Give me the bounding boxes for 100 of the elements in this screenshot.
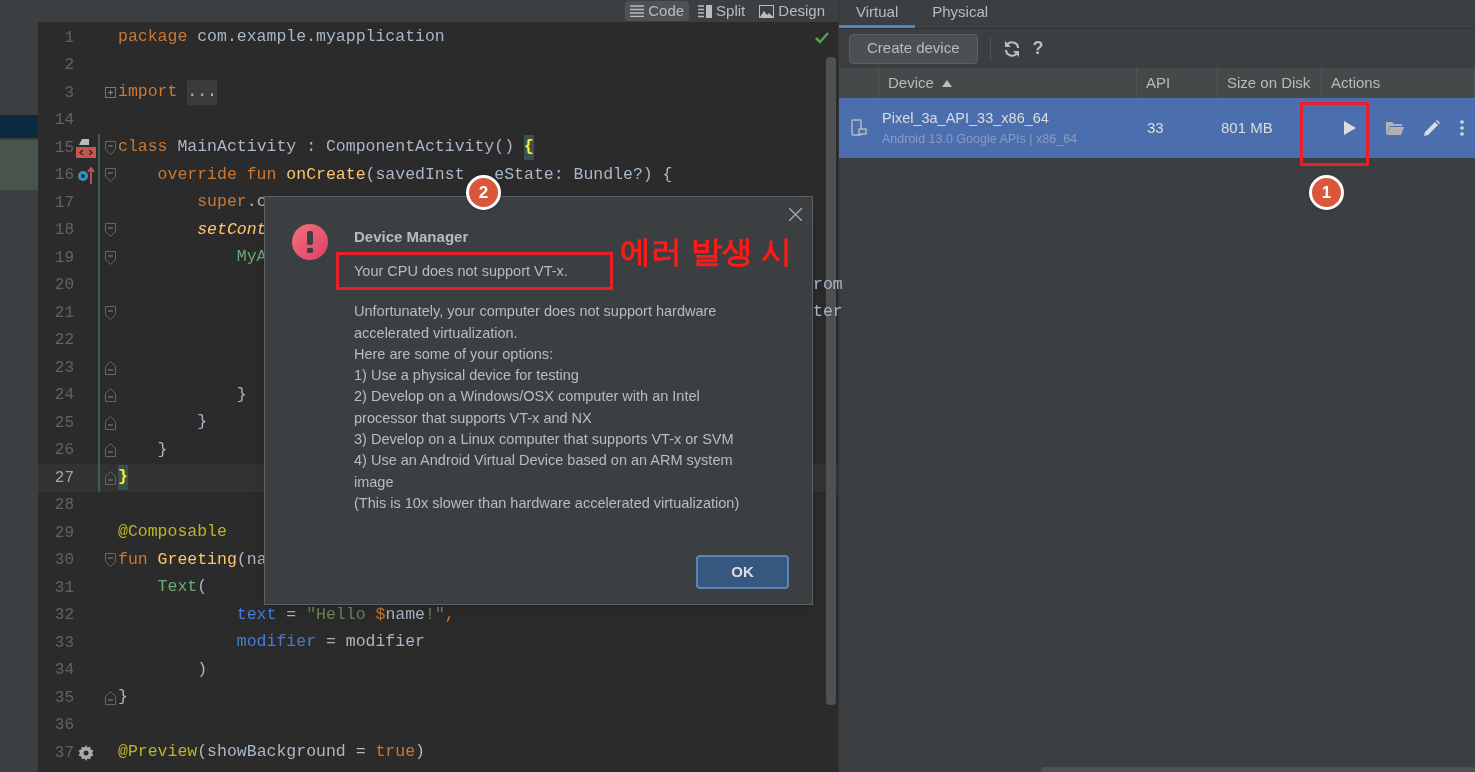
fold-icon[interactable] <box>104 305 116 320</box>
refresh-icon[interactable] <box>1002 39 1021 58</box>
layout-icon <box>76 137 96 158</box>
line-number: 17 <box>53 192 74 214</box>
fold-icon[interactable] <box>104 168 116 183</box>
fold-end-icon[interactable] <box>104 415 116 430</box>
line-number: 32 <box>53 605 74 627</box>
code-text: Text <box>156 576 198 599</box>
fold-end-icon[interactable] <box>104 388 116 403</box>
folder-icon[interactable] <box>1386 121 1404 135</box>
dialog-title: Device Manager <box>354 227 470 247</box>
line-number: 20 <box>53 275 74 297</box>
error-message: Your CPU does not support VT-x. <box>354 261 568 281</box>
help-icon[interactable]: ? <box>1032 35 1044 62</box>
tab[interactable]: Physical <box>915 0 1006 28</box>
line-number: 25 <box>53 412 74 434</box>
highlight-rectangle <box>1300 102 1369 166</box>
line-number: 21 <box>53 302 74 324</box>
device-subtitle: Android 13.0 Google APIs | x86_64 <box>882 130 1079 148</box>
dialog-text: 1) Use a physical device for testing <box>354 366 580 386</box>
code-text: true <box>375 741 416 764</box>
dialog-text: 3) Develop on a Linux computer that supports VT-x or SVM <box>354 430 735 450</box>
code-text: rom <box>813 273 843 296</box>
line-number: 33 <box>53 632 74 654</box>
dialog-text: (This is 10x slower than hardware accelerated virtualization) <box>354 493 741 513</box>
dialog-text: 2) Develop on a Windows/OSX computer with an Intel processor that supports VT-x and NX <box>354 387 701 428</box>
view-mode-tab[interactable]: Code <box>625 1 690 21</box>
line-number: 26 <box>53 440 74 462</box>
device-icon <box>851 119 867 137</box>
line-number: 15 <box>53 137 74 159</box>
play-icon[interactable] <box>1344 121 1356 135</box>
code-text: @Composable <box>118 521 227 544</box>
code-text: , <box>444 603 455 626</box>
check-icon <box>815 32 829 44</box>
line-number: 1 <box>63 27 74 49</box>
code-text: ... <box>187 80 218 106</box>
code-text: !" <box>425 603 445 626</box>
fold-icon[interactable] <box>104 250 116 265</box>
line-number: 22 <box>53 330 74 352</box>
fold-end-icon[interactable] <box>104 443 116 458</box>
close-icon[interactable] <box>789 208 802 221</box>
line-number: 37 <box>53 742 74 764</box>
line-number: 23 <box>53 357 74 379</box>
line-number: 36 <box>53 715 74 737</box>
code-text: $ <box>375 603 386 626</box>
line-number: 35 <box>53 687 74 709</box>
fold-end-icon[interactable] <box>104 360 116 375</box>
code-text: "Hello <box>306 603 367 626</box>
code-text: MainActivity : ComponentActivity() <box>176 136 516 159</box>
line-number: 24 <box>53 385 74 407</box>
table-cell-text: 801 MB <box>1220 117 1274 138</box>
view-mode-tab[interactable]: Split <box>693 1 751 21</box>
line-number: 19 <box>53 247 74 269</box>
image-icon <box>759 4 775 18</box>
line-number: 18 <box>53 220 74 242</box>
split-icon <box>698 4 713 18</box>
code-text: } <box>118 465 128 491</box>
fold-end-icon[interactable] <box>104 470 116 485</box>
error-icon <box>292 224 328 260</box>
view-mode-tab[interactable]: Design <box>754 1 830 21</box>
highlight-bar <box>0 140 38 190</box>
code-text: import <box>118 81 179 104</box>
code-text: class <box>118 136 168 159</box>
code-text: @Preview <box>118 741 198 764</box>
code-text: } <box>196 411 208 434</box>
line-number: 31 <box>53 577 74 599</box>
code-text: Greeting <box>157 548 237 571</box>
fold-icon[interactable] <box>104 553 116 568</box>
code-text: = modifier <box>324 631 425 654</box>
device-row[interactable]: Pixel_3a_API_33_x86_64 Android 13.0 Google APIs | x86_64 33 801 MB <box>839 98 1475 158</box>
dialog-text: Unfortunately, your computer does not support hardware accelerated virtualization. <box>354 302 718 343</box>
code-text: = <box>285 603 298 626</box>
pencil-icon[interactable] <box>1424 120 1440 136</box>
code-text: } <box>235 383 247 406</box>
code-text: override fun <box>156 163 278 186</box>
line-number: 28 <box>53 495 74 517</box>
highlight-bar <box>0 115 38 138</box>
fold-icon[interactable] <box>104 140 116 155</box>
fold-end-icon[interactable] <box>104 690 116 705</box>
ok-button[interactable]: OK <box>696 555 789 589</box>
code-text: { <box>524 135 534 161</box>
expand-icon[interactable] <box>104 87 116 99</box>
settings-icon[interactable] <box>78 744 94 761</box>
create-device-button[interactable]: Create device <box>849 33 978 64</box>
line-number: 16 <box>53 165 74 187</box>
code-text: modifier <box>235 631 317 654</box>
dialog-text: Here are some of your options: <box>354 344 555 364</box>
fold-icon[interactable] <box>104 223 116 238</box>
more-icon[interactable] <box>1460 120 1464 136</box>
code-text: ) <box>196 658 208 681</box>
tab[interactable]: Virtual <box>839 0 916 28</box>
line-number: 14 <box>53 110 74 132</box>
lines-icon <box>630 5 645 17</box>
line-number: 30 <box>53 550 74 572</box>
override-icon <box>77 166 95 185</box>
code-text: text <box>235 603 277 626</box>
line-number: 29 <box>53 522 74 544</box>
code-text: fun <box>118 548 149 571</box>
code-text: (savedInst <box>365 163 465 186</box>
code-text: setCont <box>196 218 267 241</box>
